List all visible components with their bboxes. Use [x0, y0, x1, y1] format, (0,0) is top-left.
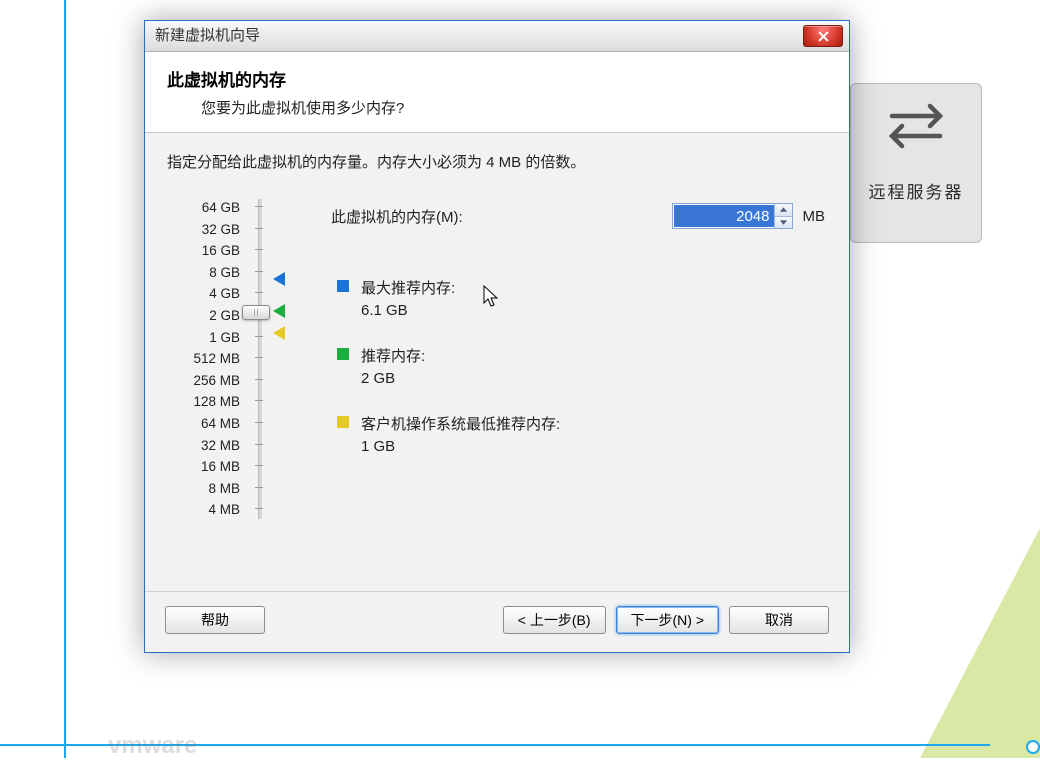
remote-transfer-icon [886, 100, 946, 150]
recommendation-value: 1 GB [361, 438, 560, 455]
green-square-icon [337, 348, 349, 360]
memory-recommendation-list: 最大推荐内存: 6.1 GB 推荐内存: 2 GB 客户机操作系统最低推荐内存: 1 GB [337, 277, 560, 481]
close-button[interactable] [803, 25, 843, 47]
slider-track [258, 199, 262, 519]
slider-tick-label: 64 MB [185, 413, 240, 435]
slider-tick-label: 4 GB [185, 283, 240, 305]
recommendation-title: 最大推荐内存: [361, 280, 455, 297]
slider-tick-labels: 64 GB32 GB16 GB8 GB4 GB2 GB1 GB512 MB256… [185, 197, 240, 521]
slider-tick-label: 16 MB [185, 456, 240, 478]
slider-tick-label: 32 GB [185, 219, 240, 241]
recommendation-title: 客户机操作系统最低推荐内存: [361, 416, 560, 433]
recommendation-value: 2 GB [361, 370, 560, 387]
wizard-step-subtitle: 您要为此虚拟机使用多少内存? [201, 97, 827, 118]
slider-tick-label: 32 MB [185, 435, 240, 457]
help-button[interactable]: 帮助 [165, 606, 265, 634]
decorative-triangle [920, 528, 1040, 758]
memory-input[interactable] [674, 205, 774, 227]
recommendation-value: 6.1 GB [361, 302, 560, 319]
slider-tick [255, 508, 263, 509]
next-button[interactable]: 下一步(N) > [616, 606, 720, 634]
slider-tick-label: 256 MB [185, 370, 240, 392]
instruction-text: 指定分配给此虚拟机的内存量。内存大小必须为 4 MB 的倍数。 [167, 151, 827, 172]
slider-tick [255, 379, 263, 380]
slider-tick-label: 1 GB [185, 327, 240, 349]
max-memory-marker-icon [273, 272, 285, 286]
min-memory-marker-icon [273, 326, 285, 340]
slider-tick [255, 271, 263, 272]
memory-slider[interactable] [248, 197, 268, 521]
recommended-memory-marker-icon [273, 304, 285, 318]
slider-tick [255, 422, 263, 423]
close-icon [818, 31, 829, 42]
yellow-square-icon [337, 416, 349, 428]
slider-thumb[interactable] [242, 305, 270, 320]
cancel-button[interactable]: 取消 [729, 606, 829, 634]
slider-tick-label: 512 MB [185, 348, 240, 370]
blue-square-icon [337, 280, 349, 292]
recommendation-item: 客户机操作系统最低推荐内存: 1 GB [337, 413, 560, 455]
slider-tick [255, 465, 263, 466]
new-vm-wizard-dialog: 新建虚拟机向导 此虚拟机的内存 您要为此虚拟机使用多少内存? 指定分配给此虚拟机… [144, 20, 850, 653]
wizard-header: 此虚拟机的内存 您要为此虚拟机使用多少内存? [145, 52, 849, 133]
back-button[interactable]: < 上一步(B) [503, 606, 606, 634]
wizard-content: 指定分配给此虚拟机的内存量。内存大小必须为 4 MB 的倍数。 64 GB32 … [145, 133, 849, 591]
remote-server-label: 远程服务器 [869, 178, 964, 203]
slider-tick [255, 357, 263, 358]
slider-tick [255, 249, 263, 250]
dialog-title: 新建虚拟机向导 [155, 27, 260, 44]
slider-tick [255, 228, 263, 229]
memory-spinbox[interactable] [672, 203, 793, 229]
slider-tick [255, 444, 263, 445]
memory-field-label: 此虚拟机的内存(M): [331, 206, 672, 227]
slider-tick [255, 292, 263, 293]
slider-tick-label: 2 GB [185, 305, 240, 327]
memory-slider-area: 64 GB32 GB16 GB8 GB4 GB2 GB1 GB512 MB256… [185, 197, 305, 521]
slider-tick-label: 16 GB [185, 240, 240, 262]
slider-tick-label: 64 GB [185, 197, 240, 219]
slider-tick [255, 400, 263, 401]
recommendation-item: 推荐内存: 2 GB [337, 345, 560, 387]
chevron-down-icon [780, 220, 787, 225]
recommendation-item: 最大推荐内存: 6.1 GB [337, 277, 560, 319]
memory-input-row: 此虚拟机的内存(M): MB [331, 203, 825, 229]
decorative-vertical-line [64, 0, 66, 758]
remote-server-tile[interactable]: 远程服务器 [850, 83, 982, 243]
brand-watermark: vmware [108, 732, 197, 760]
memory-step-down-button[interactable] [775, 217, 792, 229]
mouse-cursor-icon [483, 285, 499, 309]
slider-tick [255, 487, 263, 488]
recommendation-title: 推荐内存: [361, 348, 425, 365]
memory-step-up-button[interactable] [775, 204, 792, 217]
titlebar[interactable]: 新建虚拟机向导 [145, 21, 849, 52]
slider-tick-label: 8 MB [185, 478, 240, 500]
wizard-footer: 帮助 < 上一步(B) 下一步(N) > 取消 [145, 591, 849, 652]
slider-tick-label: 128 MB [185, 391, 240, 413]
memory-unit-label: MB [803, 208, 826, 225]
slider-tick [255, 336, 263, 337]
chevron-up-icon [780, 207, 787, 212]
slider-tick-label: 4 MB [185, 499, 240, 521]
slider-tick [255, 206, 263, 207]
wizard-step-title: 此虚拟机的内存 [167, 66, 827, 91]
slider-tick-label: 8 GB [185, 262, 240, 284]
